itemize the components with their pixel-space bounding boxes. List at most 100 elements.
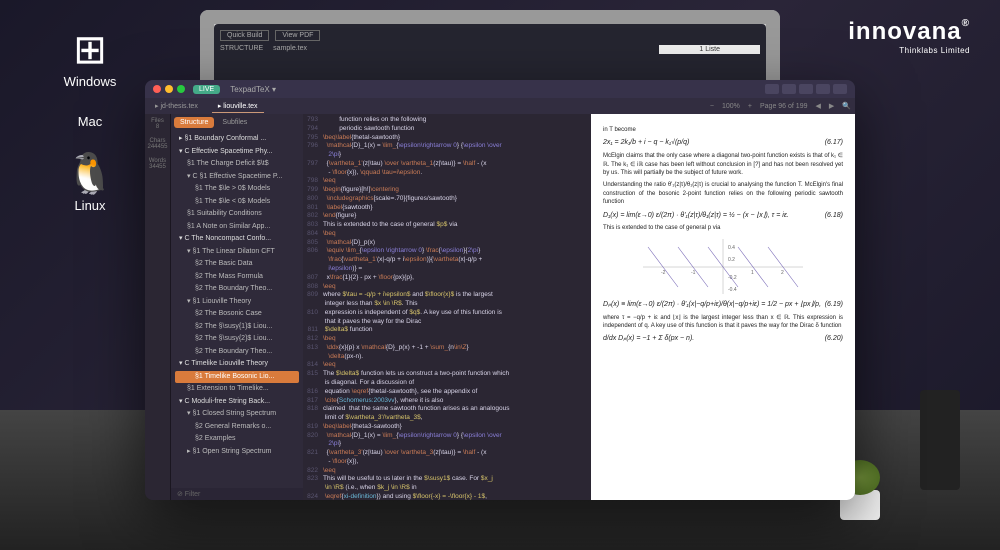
next-page-button[interactable]: ▶ [829, 102, 834, 110]
code-line[interactable]: i\epsilon)} = [303, 265, 591, 274]
code-line[interactable]: 803This is extended to the case of gener… [303, 221, 591, 230]
outline-item[interactable]: ▾ §1 The Linear Dilaton CFT [175, 246, 299, 259]
layout-button-1[interactable] [782, 84, 796, 94]
search-icon[interactable]: 🔍 [842, 102, 851, 110]
zoom-out-button[interactable]: − [710, 103, 714, 110]
pv-intro: in T become [603, 126, 843, 134]
layout-button-2[interactable] [799, 84, 813, 94]
zoom-in-button[interactable]: + [748, 103, 752, 110]
code-line[interactable]: that it paves the way for the Dirac [303, 318, 591, 327]
outline-item[interactable]: §2 The Boundary Theo... [175, 283, 299, 296]
code-line[interactable]: 812\beq [303, 335, 591, 344]
bg-quick-build: Quick Build [220, 30, 269, 41]
code-line[interactable]: 797 {\vartheta_1'(z|\tau) \over \varthet… [303, 160, 591, 169]
outline-item[interactable]: §1 Extension to Timelike... [175, 383, 299, 396]
code-line[interactable]: 794 periodic sawtooth function [303, 125, 591, 134]
code-line[interactable]: 821 {\vartheta_3'(z|\tau) \over \varthet… [303, 449, 591, 458]
code-line[interactable]: 822\eeq [303, 467, 591, 476]
code-line[interactable]: 2\pi} [303, 151, 591, 160]
outline-item[interactable]: §2 The Mass Formula [175, 271, 299, 284]
sidebar-tab-subfiles[interactable]: Subfiles [216, 117, 253, 128]
outline-item[interactable]: §1 Suitability Conditions [175, 208, 299, 221]
svg-text:0.4: 0.4 [728, 245, 735, 251]
code-line[interactable]: 823This will be useful to us later in th… [303, 475, 591, 484]
code-line[interactable]: 819\beq\label{theta3-sawtooth} [303, 423, 591, 432]
code-line[interactable]: 818claimed that the same sawtooth functi… [303, 405, 591, 414]
code-line[interactable]: 801 \label{sawtooth} [303, 204, 591, 213]
outline-item[interactable]: ▸ §1 Boundary Conformal ... [175, 133, 299, 146]
code-line[interactable]: 795\beq\label{thetaI-sawtooth} [303, 134, 591, 143]
layout-button-3[interactable] [816, 84, 830, 94]
tab-jd-thesis[interactable]: ▸ jd-thesis.tex [149, 100, 204, 112]
code-editor[interactable]: 793 function relies on the following794 … [303, 114, 591, 500]
outline-item[interactable]: §2 The Bosonic Case [175, 308, 299, 321]
outline-item[interactable]: ▾ §1 Closed String Spectrum [175, 408, 299, 421]
code-line[interactable]: 807 x\frac{1}{2} - px + \floor{px}{p}, [303, 274, 591, 283]
linux-label: Linux [50, 198, 130, 213]
code-line[interactable]: 793 function relies on the following [303, 116, 591, 125]
outline-item[interactable]: §1 The $\le > 0$ Models [175, 183, 299, 196]
outline-item[interactable]: ▾ C Effective Spacetime Phy... [175, 146, 299, 159]
maximize-icon[interactable] [177, 85, 185, 93]
outline-item[interactable]: ▾ C The Noncompact Confo... [175, 233, 299, 246]
engine-dropdown[interactable]: TexpadTeX ▾ [230, 85, 276, 94]
code-line[interactable]: 816 equation \eqref{thetaI-sawtooth}, se… [303, 388, 591, 397]
code-line[interactable]: is diagonal. For a discussion of [303, 379, 591, 388]
outline-item[interactable]: §2 The §\susy{2}$ Liou... [175, 333, 299, 346]
code-line[interactable]: 799\begin{figure}[h!]\centering [303, 186, 591, 195]
code-line[interactable]: 814\eeq [303, 361, 591, 370]
svg-text:-1: -1 [691, 270, 696, 276]
code-line[interactable]: \in \R$ (i.e., when $k_j \in \R$ in [303, 484, 591, 493]
prev-page-button[interactable]: ◀ [816, 102, 821, 110]
code-line[interactable]: 815The $\delta$ function lets us constru… [303, 370, 591, 379]
pdf-preview[interactable]: in T become 2x₁ = 2k₁/b + i − q − k₁√(p/… [591, 114, 855, 500]
code-line[interactable]: 808\eeq [303, 283, 591, 292]
outline-item[interactable]: §2 The §\susy{1}$ Liou... [175, 321, 299, 334]
outline-item[interactable]: §2 The Boundary Theo... [175, 346, 299, 359]
outline-item[interactable]: §1 The Charge Deficit $\t$ [175, 158, 299, 171]
code-line[interactable]: 820 \mathcal{D}_1(x) = \lim_{\epsilon\ri… [303, 432, 591, 441]
outline-item[interactable]: ▾ §1 Liouville Theory [175, 296, 299, 309]
sidebar-tab-structure[interactable]: Structure [174, 117, 214, 128]
code-line[interactable]: 813 \ddx{x}{p} x \mathcal{D}_p(x) + -1 +… [303, 344, 591, 353]
code-line[interactable]: limit of $\vartheta_3'/\vartheta_3$, [303, 414, 591, 423]
code-line[interactable]: - \floor{x}), \qquad \tau=i\epsilon. [303, 169, 591, 178]
outline-item[interactable]: ▾ C §1 Effective Spacetime P... [175, 171, 299, 184]
outline-item[interactable]: ▸ §1 Open String Spectrum [175, 446, 299, 459]
outline-item[interactable]: §2 General Remarks o... [175, 421, 299, 434]
code-line[interactable]: 796 \mathcal{D}_1(x) = \lim_{\epsilon\ri… [303, 142, 591, 151]
code-line[interactable]: 809where $\tau = -q/p + i\epsilon$ and $… [303, 291, 591, 300]
code-line[interactable]: 802\end{figure} [303, 212, 591, 221]
code-line[interactable]: 800 \includegraphics[scale=.70]{figures/… [303, 195, 591, 204]
windows-label: Windows [50, 74, 130, 89]
tab-liouville[interactable]: ▸ liouville.tex [212, 100, 264, 113]
code-line[interactable]: integer less than $x \in \R$. This [303, 300, 591, 309]
code-line[interactable]: 804\beq [303, 230, 591, 239]
outline-item[interactable]: §2 Examples [175, 433, 299, 446]
code-line[interactable]: 810 expression is independent of $q$. A … [303, 309, 591, 318]
code-line[interactable]: 806 \equiv \lim_{\epsilon \rightarrow 0}… [303, 247, 591, 256]
code-line[interactable]: - \floor{x}), [303, 458, 591, 467]
outline-item[interactable]: ▾ C Timelike Liouville Theory [175, 358, 299, 371]
share-button[interactable] [765, 84, 779, 94]
outline-item[interactable]: §2 The Basic Data [175, 258, 299, 271]
code-line[interactable]: 798\eeq [303, 177, 591, 186]
close-icon[interactable] [153, 85, 161, 93]
filter-input[interactable]: ⊘ Filter [171, 488, 303, 500]
minimize-icon[interactable] [165, 85, 173, 93]
zoom-level: 100% [722, 103, 740, 110]
outline-item[interactable]: §1 The $\le < 0$ Models [175, 196, 299, 209]
code-line[interactable]: \delta(px-n). [303, 353, 591, 362]
outline-item[interactable]: ▾ C Moduli-free String Back... [175, 396, 299, 409]
code-line[interactable]: 805 \mathcal{D}_p(x) [303, 239, 591, 248]
code-line[interactable]: 811 $\delta$ function [303, 326, 591, 335]
code-line[interactable]: \frac{\vartheta_1'(x|-q/p + i\epsilon)}{… [303, 256, 591, 265]
brand-logo: innovana® Thinklabs Limited [848, 18, 970, 55]
outline-item[interactable]: §1 A Note on Similar App... [175, 221, 299, 234]
code-line[interactable]: 2\pi} [303, 440, 591, 449]
code-line[interactable]: 824 \eqref{xi-definition}) and using $\f… [303, 493, 591, 500]
layout-button-4[interactable] [833, 84, 847, 94]
outline-item[interactable]: §1 Timelike Bosonic Lio... [175, 371, 299, 384]
code-line[interactable]: 817 \cite{Schomerus:2003vv}, where it is… [303, 397, 591, 406]
sidebar: Structure Subfiles ▸ §1 Boundary Conform… [171, 114, 303, 500]
